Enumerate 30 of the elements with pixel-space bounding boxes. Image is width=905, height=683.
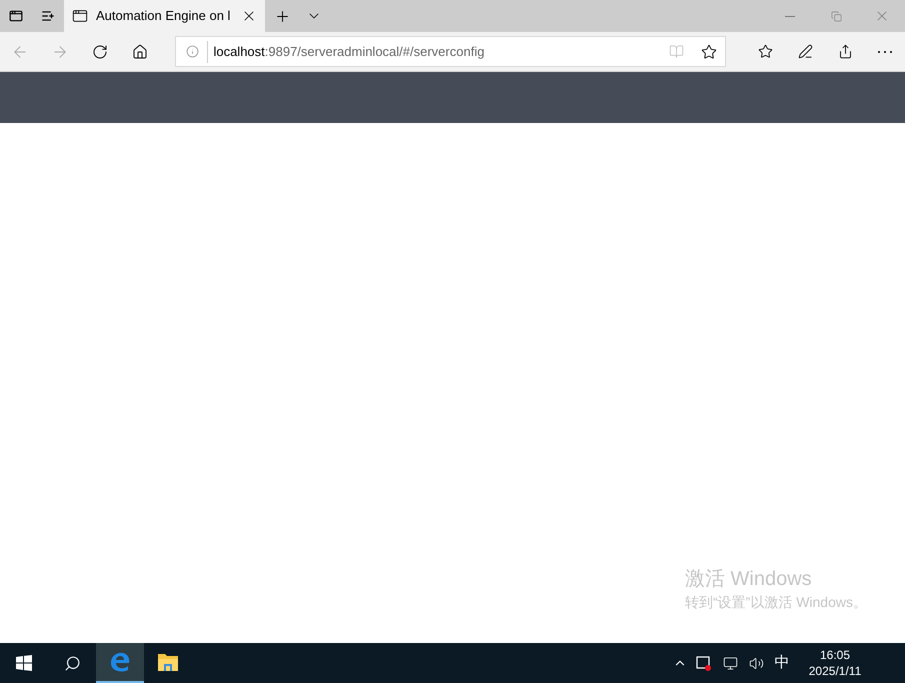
network-icon (722, 656, 738, 670)
set-aside-icon (41, 9, 55, 23)
taskbar-app-button[interactable] (96, 643, 144, 683)
browser-tab[interactable]: Automation Engine on l (64, 0, 265, 32)
volume-icon (748, 656, 764, 670)
star-icon (700, 44, 717, 60)
activation-message: 转到“设置”以激活 Windows。 (684, 593, 867, 612)
notification-alert-icon (696, 655, 712, 671)
windows-logo-icon (16, 655, 32, 671)
activation-title: 激活 Windows (684, 567, 813, 592)
input-method-button[interactable]: 中 (769, 643, 795, 683)
pen-icon (798, 44, 813, 59)
info-icon (186, 45, 200, 58)
clock-date: 2025/1/11 (808, 663, 862, 679)
favorites-icon (758, 44, 773, 59)
refresh-icon (92, 44, 108, 60)
page-icon (72, 8, 88, 24)
share-icon (838, 44, 853, 59)
search-icon (64, 654, 80, 672)
address-bar[interactable]: localhost:9897/serveradminlocal/#/serverconfig (175, 36, 726, 67)
tabs-icon (9, 9, 23, 23)
clock-time: 16:05 (820, 647, 850, 663)
url-text: localhost:9897/serveradminlocal/#/serverconfig (213, 42, 486, 61)
book-icon (669, 44, 684, 59)
edge-browser-icon (109, 651, 131, 673)
restore-icon (830, 10, 842, 22)
tab-title: Automation Engine on l (96, 7, 232, 26)
folder-icon (157, 652, 179, 672)
clock-button[interactable]: 16:05 2025/1/11 (795, 643, 875, 683)
home-icon (132, 44, 148, 60)
